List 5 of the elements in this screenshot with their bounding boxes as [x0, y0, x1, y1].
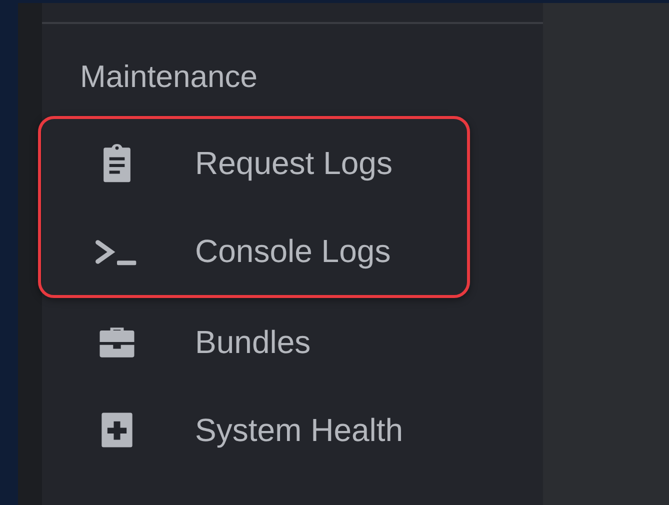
menu-item[interactable]: Console Logs — [195, 232, 391, 270]
menu-item[interactable]: Bundles — [195, 324, 311, 360]
menu-item[interactable]: System Health — [195, 412, 404, 448]
section-title: Maintenance — [80, 60, 258, 94]
menu-item[interactable]: Request Logs — [195, 144, 392, 182]
